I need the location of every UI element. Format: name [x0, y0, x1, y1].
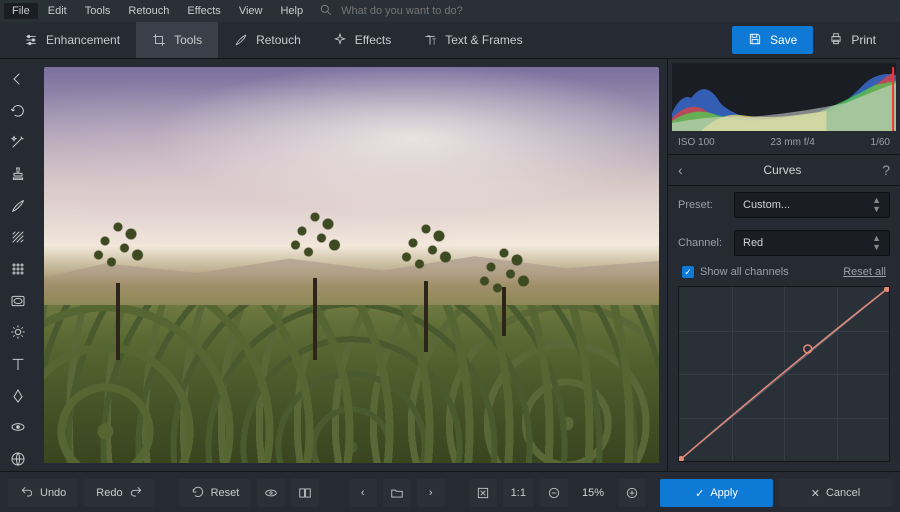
magic-icon[interactable]	[4, 130, 32, 154]
meta-iso: ISO 100	[678, 137, 715, 148]
help-icon[interactable]: ?	[882, 162, 890, 178]
preset-value: Custom...	[743, 199, 790, 211]
vignette-icon[interactable]	[4, 289, 32, 313]
tab-effects[interactable]: Effects	[317, 22, 407, 58]
sharpen-icon[interactable]	[4, 384, 32, 408]
meta-lens: 23 mm f/4	[770, 137, 814, 148]
histogram	[672, 63, 896, 131]
print-button[interactable]: Print	[813, 26, 892, 54]
apply-button[interactable]: ✓ Apply	[660, 479, 773, 507]
reset-button[interactable]: Reset	[179, 479, 252, 507]
next-image-button[interactable]: ›	[417, 479, 445, 507]
rotate-icon[interactable]	[4, 99, 32, 123]
undo-icon	[20, 485, 34, 502]
zoom-value: 15%	[572, 487, 614, 499]
redo-icon	[129, 485, 143, 502]
undo-label: Undo	[40, 487, 66, 499]
print-icon	[829, 32, 843, 49]
compare-toggle[interactable]	[291, 479, 319, 507]
reset-icon	[191, 485, 205, 502]
preview-toggle[interactable]	[257, 479, 285, 507]
tab-label: Enhancement	[46, 33, 120, 47]
crop-icon	[152, 33, 166, 47]
save-icon	[748, 32, 762, 49]
tab-label: Effects	[355, 33, 391, 47]
menu-edit[interactable]: Edit	[40, 3, 75, 19]
preset-label: Preset:	[678, 199, 726, 211]
search-icon	[319, 3, 333, 20]
statusbar: Undo Redo Reset ‹ › 1:1 15% ✓ Apply ✕ Canc…	[0, 471, 900, 512]
sparkle-icon	[333, 33, 347, 47]
globe-icon[interactable]	[4, 447, 32, 471]
search-input[interactable]	[339, 4, 523, 18]
menu-file[interactable]: File	[4, 3, 38, 19]
browse-button[interactable]	[383, 479, 411, 507]
tab-text-frames[interactable]: Text & Frames	[407, 22, 538, 58]
right-panel: ISO 100 23 mm f/4 1/60 ‹ Curves ? Preset…	[667, 59, 900, 471]
stamp-icon[interactable]	[4, 162, 32, 186]
fit-screen-button[interactable]	[469, 479, 497, 507]
text-tool-icon[interactable]	[4, 352, 32, 376]
undo-button[interactable]: Undo	[8, 479, 78, 507]
redo-button[interactable]: Redo	[84, 479, 154, 507]
menu-retouch[interactable]: Retouch	[120, 3, 177, 19]
sliders-icon	[24, 33, 38, 47]
canvas[interactable]	[36, 59, 667, 471]
redeye-icon[interactable]	[4, 416, 32, 440]
back-icon[interactable]	[4, 67, 32, 91]
reset-label: Reset	[211, 487, 240, 499]
meta-shutter: 1/60	[871, 137, 890, 148]
curves-header: ‹ Curves ?	[668, 154, 900, 186]
curves-graph[interactable]	[678, 286, 890, 462]
close-icon: ✕	[811, 487, 820, 500]
toolbar: Enhancement Tools Retouch Effects Text &…	[0, 22, 900, 59]
tab-label: Tools	[174, 33, 202, 47]
menu-tools[interactable]: Tools	[77, 3, 119, 19]
cancel-button[interactable]: ✕ Cancel	[779, 479, 892, 507]
save-label: Save	[770, 33, 797, 47]
save-button[interactable]: Save	[732, 26, 813, 54]
chevron-down-icon: ▲▼	[872, 234, 881, 252]
text-icon	[423, 33, 437, 47]
photo-preview	[44, 67, 659, 463]
show-all-label: Show all channels	[700, 266, 789, 278]
main-area: ISO 100 23 mm f/4 1/60 ‹ Curves ? Preset…	[0, 59, 900, 471]
menu-effects[interactable]: Effects	[179, 3, 228, 19]
tab-retouch[interactable]: Retouch	[218, 22, 317, 58]
grid-icon[interactable]	[4, 257, 32, 281]
show-all-channels-checkbox[interactable]: ✓ Show all channels	[682, 266, 789, 278]
tab-label: Text & Frames	[445, 33, 522, 47]
channel-value: Red	[743, 237, 763, 249]
zoom-in-button[interactable]	[618, 479, 646, 507]
prev-image-button[interactable]: ‹	[349, 479, 377, 507]
zoom-ratio-button[interactable]: 1:1	[503, 479, 534, 507]
redo-label: Redo	[96, 487, 122, 499]
sun-icon[interactable]	[4, 321, 32, 345]
gradient-icon[interactable]	[4, 225, 32, 249]
cancel-label: Cancel	[826, 487, 860, 499]
tab-tools[interactable]: Tools	[136, 22, 218, 58]
left-toolbar	[0, 59, 36, 471]
zoom-out-button[interactable]	[540, 479, 568, 507]
apply-label: Apply	[710, 487, 738, 499]
menu-view[interactable]: View	[231, 3, 271, 19]
channel-label: Channel:	[678, 237, 726, 249]
brush-icon[interactable]	[4, 194, 32, 218]
menu-help[interactable]: Help	[272, 3, 311, 19]
tab-enhancement[interactable]: Enhancement	[8, 22, 136, 58]
panel-title: Curves	[683, 163, 883, 177]
check-icon: ✓	[682, 266, 694, 278]
check-icon: ✓	[695, 487, 704, 500]
channel-select[interactable]: Red ▲▼	[734, 230, 890, 256]
tab-label: Retouch	[256, 33, 301, 47]
print-label: Print	[851, 33, 876, 47]
preset-select[interactable]: Custom... ▲▼	[734, 192, 890, 218]
menubar: File Edit Tools Retouch Effects View Hel…	[0, 0, 900, 22]
reset-all-link[interactable]: Reset all	[843, 266, 886, 278]
chevron-down-icon: ▲▼	[872, 196, 881, 214]
photo-meta: ISO 100 23 mm f/4 1/60	[668, 135, 900, 154]
brush-icon	[234, 33, 248, 47]
